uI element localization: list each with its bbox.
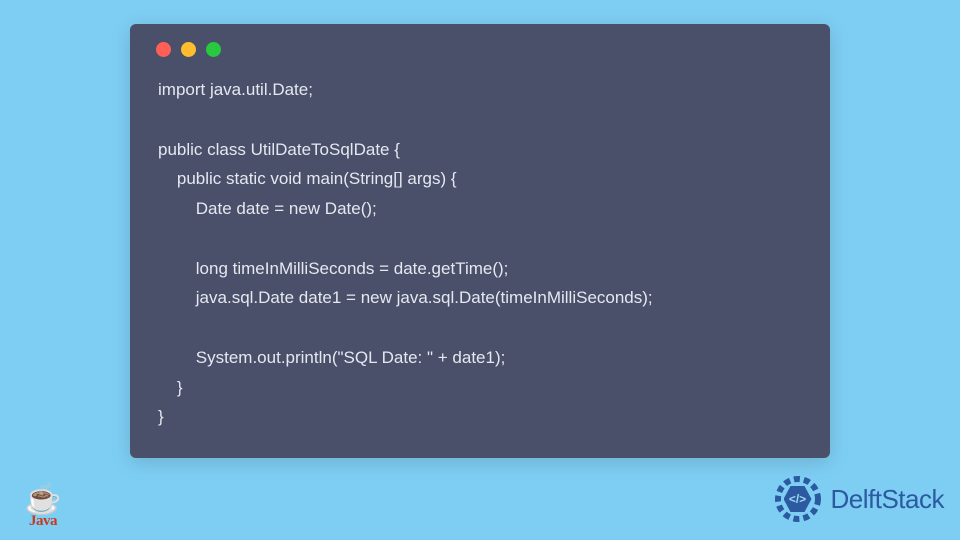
code-line: } [158, 407, 164, 426]
code-line: Date date = new Date(); [158, 199, 377, 218]
zoom-icon[interactable] [206, 42, 221, 57]
delftstack-hex-text: </> [789, 492, 806, 506]
java-logo-label: Java [14, 513, 72, 530]
code-line: long timeInMilliSeconds = date.getTime()… [158, 259, 508, 278]
java-logo: ☕ Java [14, 485, 72, 530]
delftstack-mark-icon: </> [771, 472, 825, 526]
close-icon[interactable] [156, 42, 171, 57]
delftstack-logo: </> DelftStack [771, 472, 945, 526]
code-line: import java.util.Date; [158, 80, 313, 99]
window-controls [156, 42, 802, 57]
code-line: } [158, 378, 183, 397]
code-block: import java.util.Date; public class Util… [158, 75, 802, 432]
java-cup-icon: ☕ [14, 485, 72, 515]
code-line: public class UtilDateToSqlDate { [158, 140, 400, 159]
code-line: System.out.println("SQL Date: " + date1)… [158, 348, 505, 367]
code-window: import java.util.Date; public class Util… [130, 24, 830, 458]
minimize-icon[interactable] [181, 42, 196, 57]
code-line: public static void main(String[] args) { [158, 169, 457, 188]
code-line: java.sql.Date date1 = new java.sql.Date(… [158, 288, 653, 307]
delftstack-label: DelftStack [831, 484, 945, 515]
